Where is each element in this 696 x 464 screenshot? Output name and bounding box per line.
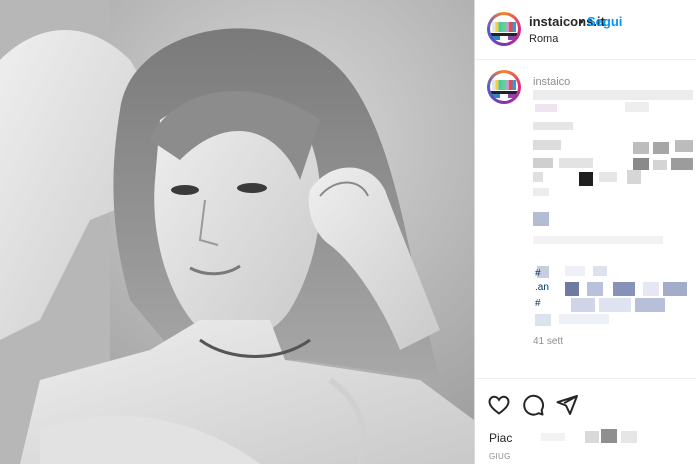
caption-timestamp[interactable]: 41 sett <box>533 336 563 347</box>
post-date: GIUG <box>489 452 511 461</box>
like-button[interactable] <box>487 393 511 417</box>
likes-count[interactable]: Piac <box>489 431 512 445</box>
hashtag-fragment-3[interactable]: # <box>535 298 541 309</box>
author-avatar[interactable] <box>487 12 521 46</box>
post-header: instaicons.it • Segui Roma <box>475 0 696 60</box>
send-icon <box>556 395 578 415</box>
heart-icon <box>488 395 510 415</box>
black-and-white-portrait <box>0 0 474 464</box>
share-button[interactable] <box>555 393 579 417</box>
follow-button[interactable]: Segui <box>587 14 622 29</box>
caption-username[interactable]: instaico <box>533 76 570 88</box>
comment-button[interactable] <box>521 393 545 417</box>
instagram-post: instaicons.it • Segui Roma instaico # .a… <box>0 0 696 464</box>
separator-dot: • <box>579 14 584 29</box>
post-location[interactable]: Roma <box>529 33 558 45</box>
comment-icon <box>523 394 545 416</box>
hashtag-fragment-1[interactable]: # <box>535 268 541 279</box>
post-photo[interactable] <box>0 0 474 464</box>
post-actions: Piac GIUG <box>475 378 696 464</box>
caption-area: instaico # .an # 41 sett <box>475 60 696 378</box>
post-side-panel: instaicons.it • Segui Roma instaico # .a… <box>474 0 696 464</box>
caption-avatar[interactable] <box>487 70 521 104</box>
hashtag-fragment-2[interactable]: .an <box>535 282 549 293</box>
